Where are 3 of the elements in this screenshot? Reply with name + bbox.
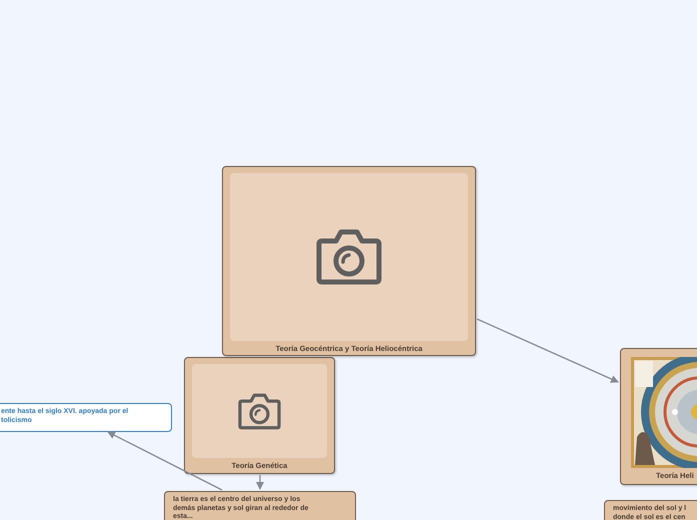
connector-arrow <box>256 475 264 490</box>
camera-icon <box>238 392 281 430</box>
camera-icon <box>316 229 382 285</box>
